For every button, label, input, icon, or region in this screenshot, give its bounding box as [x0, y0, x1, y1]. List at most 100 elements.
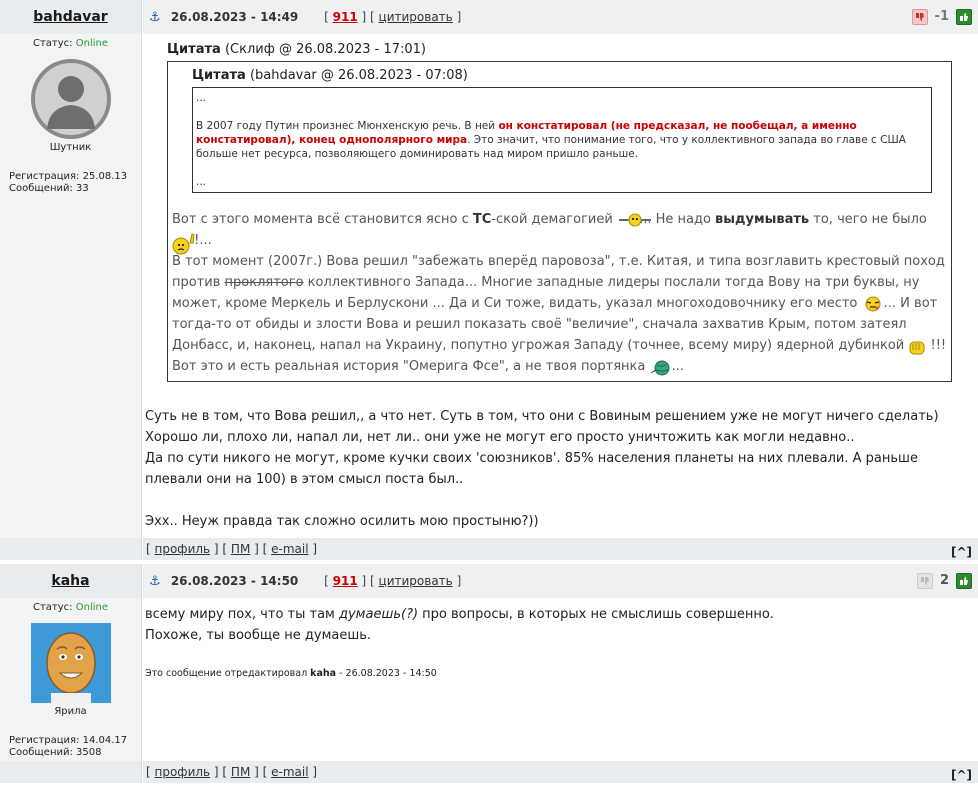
post-line: всему миру пох, что ты там думаешь(?) пр… — [145, 604, 774, 625]
post-line: Да по сути никого не могут, кроме кучки … — [145, 451, 918, 487]
status-online: Online — [75, 38, 108, 49]
rating-bar: 2 — [916, 572, 972, 590]
author-link[interactable]: kaha — [51, 573, 89, 589]
post-line: Суть не в том, что Вова решил,, а что не… — [145, 409, 939, 424]
thumb-down-icon[interactable] — [916, 573, 933, 589]
bracket: ] — [456, 10, 462, 24]
quote-source: (Склиф @ 26.08.2023 - 17:01) — [224, 42, 426, 57]
post-footer: [ профиль ] [ ПМ ] [ e-mail ] [^] — [0, 538, 978, 560]
post-header: bahdavar ⚓ 26.08.2023 - 14:49 [ 911 ] [ … — [0, 0, 978, 34]
post-header: kaha ⚓ 26.08.2023 - 14:50 [ 911 ] [ цити… — [0, 564, 978, 598]
user-status: Статус: Online — [0, 38, 141, 49]
bracket: ] — [456, 574, 462, 588]
thumb-up-icon[interactable] — [956, 573, 972, 589]
smiley-tongue-icon — [862, 296, 881, 312]
rating-value: -1 — [934, 9, 949, 24]
inner-quote-box: ... В 2007 году Путин произнес Мюнхенску… — [192, 87, 932, 193]
bracket: [ — [146, 542, 155, 556]
post-text: Суть не в том, что Вова решил,, а что не… — [145, 406, 965, 532]
text-segment: Это сообщение отредактировал — [145, 668, 311, 679]
text-segment: всему миру пох, что ты там — [145, 607, 339, 622]
outer-quote: Цитата (Склиф @ 26.08.2023 - 17:01) Цита… — [167, 42, 952, 382]
text-segment: !!! — [926, 338, 947, 353]
footer-links: [ профиль ] [ ПМ ] [ e-mail ] [^] — [143, 761, 978, 783]
pm-link[interactable]: ПМ — [231, 542, 250, 556]
post-body: всему миру пох, что ты там думаешь(?) пр… — [143, 598, 978, 761]
post-datetime: 26.08.2023 - 14:49 — [170, 10, 299, 24]
post-footer: [ профиль ] [ ПМ ] [ e-mail ] [^] — [0, 761, 978, 783]
quote-paragraph-1: Вот с этого момента всё становится ясно … — [172, 209, 947, 230]
avatar-default — [30, 59, 111, 139]
user-title: Ярила — [54, 706, 87, 717]
quote-paragraph-3: Вот это и есть реальная история "Омерига… — [172, 356, 947, 377]
quote-paragraph-1b: !... — [172, 230, 947, 254]
user-status: Статус: Online — [0, 602, 141, 613]
thumb-up-icon[interactable] — [956, 9, 972, 25]
anchor-icon[interactable]: ⚓ — [149, 565, 163, 599]
pm-link[interactable]: ПМ — [231, 765, 250, 779]
post-number-link[interactable]: 911 — [333, 10, 358, 24]
scroll-up-button[interactable]: [^] — [951, 541, 972, 563]
bracket: ] [ — [210, 765, 231, 779]
post-kaha: kaha ⚓ 26.08.2023 - 14:50 [ 911 ] [ цити… — [0, 564, 978, 783]
text-segment: - 26.08.2023 - 14:50 — [336, 668, 437, 679]
post-line: Похоже, ты вообще не думаешь. — [145, 628, 372, 643]
text-segment: про вопросы, в которых не смыслишь совер… — [418, 607, 774, 622]
email-link[interactable]: e-mail — [271, 765, 308, 779]
user-stats: Регистрация: 14.04.17 Сообщений: 3508 — [9, 735, 141, 759]
text-segment: ... — [667, 359, 685, 374]
text-italic: думаешь(?) — [338, 607, 419, 622]
quote-source: (bahdavar @ 26.08.2023 - 07:08) — [249, 68, 468, 83]
inner-quote-header: Цитата (bahdavar @ 26.08.2023 - 07:08) — [192, 68, 932, 83]
smiley-bug-icon — [617, 212, 651, 228]
quote-link[interactable]: цитировать — [379, 574, 453, 588]
author-cell: bahdavar — [0, 0, 142, 34]
ellipsis: ... — [196, 92, 207, 104]
post-bahdavar: bahdavar ⚓ 26.08.2023 - 14:49 [ 911 ] [ … — [0, 0, 978, 560]
author-link[interactable]: bahdavar — [33, 9, 107, 25]
smiley-globe-icon — [650, 359, 669, 375]
quote-link[interactable]: цитировать — [379, 10, 453, 24]
edited-by-user: kaha — [310, 668, 337, 679]
text-segment: ... Не надо — [634, 212, 716, 227]
bracket: ] — [308, 765, 318, 779]
outer-quote-text: Вот с этого момента всё становится ясно … — [172, 209, 947, 377]
text-segment: В 2007 году Путин произнес Мюнхенскую ре… — [196, 120, 499, 132]
thumb-down-icon[interactable] — [911, 9, 928, 25]
user-info-column: Статус: Online Ярила Регистрация: 14.04.… — [0, 598, 142, 761]
profile-link[interactable]: профиль — [155, 765, 211, 779]
quote-label: Цитата — [192, 68, 246, 83]
status-label: Статус: — [33, 602, 73, 613]
ellipsis: ... — [196, 176, 207, 188]
post-number-link[interactable]: 911 — [333, 574, 358, 588]
message-count: Сообщений: 33 — [9, 183, 89, 194]
status-online: Online — [75, 602, 108, 613]
bracket: [ — [146, 765, 155, 779]
strikethrough-text: проклятого — [224, 275, 304, 290]
anchor-icon[interactable]: ⚓ — [149, 1, 163, 35]
email-link[interactable]: e-mail — [271, 542, 308, 556]
avatar-bald-man — [30, 623, 111, 703]
text-bold: ТС — [472, 212, 492, 227]
edit-notice: Это сообщение отредактировал kaha - 26.0… — [145, 668, 437, 679]
outer-quote-box: Цитата (bahdavar @ 26.08.2023 - 07:08) .… — [167, 61, 952, 382]
bracket: ] [ — [361, 574, 375, 588]
bracket: ] [ — [250, 765, 272, 779]
registration-date: Регистрация: 14.04.17 — [9, 735, 128, 746]
bracket: ] [ — [210, 542, 231, 556]
footer-left — [0, 761, 142, 783]
text-segment: Вот это и есть реальная история "Омерига… — [172, 359, 650, 374]
text-segment: Вот с этого момента всё становится ясно … — [172, 212, 473, 227]
footer-left — [0, 538, 142, 560]
inner-quote-text: В 2007 году Путин произнес Мюнхенскую ре… — [196, 119, 928, 161]
text-bold: выдумывать — [715, 212, 810, 227]
post-line: Эхх.. Неуж правда так сложно осилить мою… — [145, 514, 539, 529]
profile-link[interactable]: профиль — [155, 542, 211, 556]
smiley-pointing-icon — [172, 232, 195, 254]
author-cell: kaha — [0, 564, 142, 598]
quote-paragraph-2: В тот момент (2007г.) Вова решил "забежа… — [172, 251, 947, 356]
user-stats: Регистрация: 25.08.13 Сообщений: 33 — [9, 171, 141, 195]
quote-label: Цитата — [167, 42, 221, 57]
text-segment: !... — [190, 233, 212, 248]
